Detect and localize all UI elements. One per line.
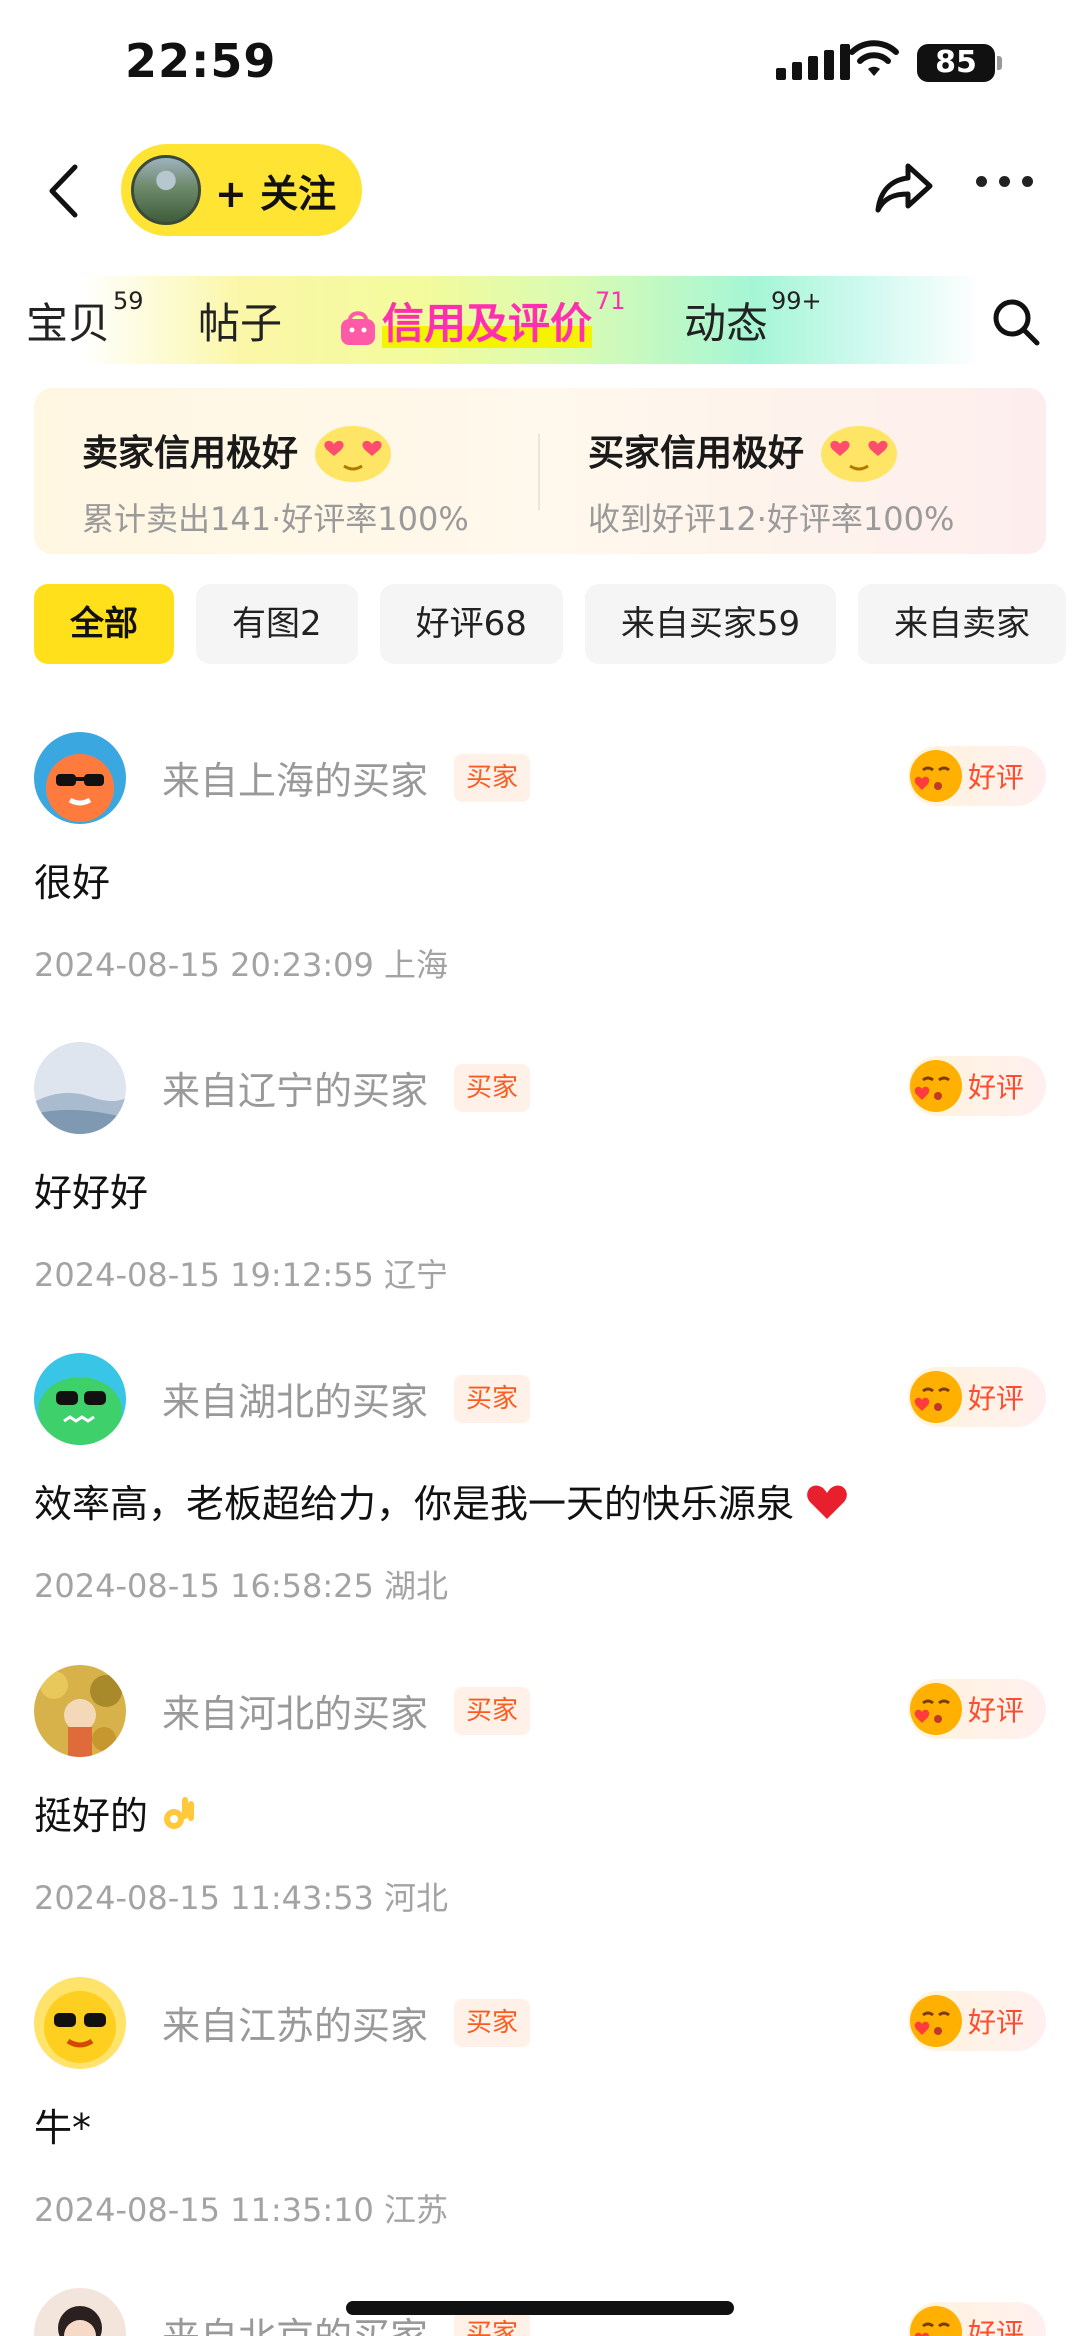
avatar[interactable] — [34, 732, 126, 824]
filter-all[interactable]: 全部 — [34, 584, 174, 664]
avatar[interactable] — [34, 1353, 126, 1445]
back-arrow-icon — [49, 164, 78, 218]
rating-badge: 好评 — [908, 2302, 1046, 2336]
filter-from-sellers[interactable]: 来自卖家 — [858, 584, 1067, 664]
kiss-face-icon — [910, 1995, 962, 2047]
filter-with-images[interactable]: 有图2 — [196, 584, 358, 664]
kiss-face-icon — [910, 1060, 962, 1112]
bag-icon — [341, 310, 375, 345]
review-content-text: 挺好的 — [34, 1794, 149, 1838]
tab-activity[interactable]: 动态 99+ — [684, 287, 822, 351]
avatar[interactable] — [34, 1665, 126, 1757]
back-button[interactable] — [38, 158, 88, 224]
heart-icon — [807, 1485, 847, 1519]
reviewer-name: 来自江苏的买家 — [162, 2004, 429, 2048]
reviewer-name: 来自河北的买家 — [162, 1692, 429, 1736]
tab-items-count: 59 — [113, 287, 144, 315]
kiss-face-icon — [910, 2306, 962, 2336]
tab-activity-label: 动态 — [684, 299, 769, 348]
heart-eyes-icon — [821, 426, 898, 482]
tab-bar: 宝贝 59 帖子 信用及评价 71 动态 99+ — [0, 276, 1080, 364]
ok-hand-icon — [164, 1797, 195, 1829]
avatar[interactable] — [34, 1977, 126, 2069]
review-time: 2024-08-15 11:35:10 江苏 — [34, 2191, 449, 2229]
rating-badge: 好评 — [908, 1679, 1046, 1739]
search-icon[interactable] — [990, 296, 1042, 348]
tab-items-label: 宝贝 — [26, 299, 111, 348]
review-content: 效率高，老板超给力，你是我一天的快乐源泉 — [34, 1473, 848, 1528]
seller-credit-title: 卖家信用极好 — [82, 433, 299, 474]
rating-label: 好评 — [968, 2006, 1025, 2039]
review-content: 很好 — [34, 861, 111, 905]
status-bar: 22:59 85 — [0, 0, 1080, 130]
kiss-face-icon — [910, 1371, 962, 1423]
rating-label: 好评 — [968, 761, 1025, 794]
seller-credit: 卖家信用极好 累计卖出141·好评率100% — [82, 418, 469, 540]
kiss-face-icon — [910, 1683, 962, 1735]
review-time: 2024-08-15 11:43:53 河北 — [34, 1879, 449, 1917]
avatar[interactable] — [34, 2288, 126, 2336]
review-content: 牛* — [34, 2106, 92, 2150]
home-indicator[interactable] — [346, 2301, 734, 2315]
more-icon[interactable] — [976, 176, 1033, 187]
review-content: 好好好 — [34, 1171, 149, 1215]
status-time: 22:59 — [125, 34, 277, 88]
tab-posts-label: 帖子 — [198, 299, 283, 348]
tab-credit-reviews-count: 71 — [595, 287, 626, 315]
credit-divider — [538, 434, 540, 510]
buyer-badge: 买家 — [454, 1687, 531, 1735]
rating-label: 好评 — [968, 2317, 1025, 2336]
battery-indicator: 85 — [917, 44, 995, 82]
buyer-badge: 买家 — [454, 754, 531, 802]
rating-badge: 好评 — [908, 1056, 1046, 1116]
rating-label: 好评 — [968, 1071, 1025, 1104]
buyer-badge: 买家 — [454, 1375, 531, 1423]
battery-nub — [997, 56, 1002, 70]
filter-positive[interactable]: 好评68 — [379, 584, 563, 664]
follow-button[interactable]: + 关注 — [121, 144, 362, 236]
tab-items[interactable]: 宝贝 59 — [26, 287, 144, 351]
cellular-signal-icon — [776, 44, 850, 80]
review-content-text: 效率高，老板超给力，你是我一天的快乐源泉 — [34, 1482, 795, 1526]
review-time: 2024-08-15 20:23:09 上海 — [34, 946, 449, 984]
tab-credit-reviews-label: 信用及评价 — [382, 299, 593, 348]
rating-label: 好评 — [968, 1694, 1025, 1727]
seller-credit-sub: 累计卖出141·好评率100% — [82, 500, 469, 538]
avatar[interactable] — [34, 1042, 126, 1134]
buyer-credit-sub: 收到好评12·好评率100% — [588, 500, 955, 538]
filter-from-buyers[interactable]: 来自买家59 — [584, 584, 837, 664]
rating-badge: 好评 — [908, 1367, 1046, 1427]
buyer-credit-title: 买家信用极好 — [588, 433, 805, 474]
rating-label: 好评 — [968, 1382, 1025, 1415]
credit-summary-card: 卖家信用极好 累计卖出141·好评率100% 买家信用极好 收到好评12·好评率… — [34, 388, 1046, 554]
buyer-badge: 买家 — [454, 1999, 531, 2047]
tab-activity-count: 99+ — [771, 287, 822, 315]
reviewer-name: 来自上海的买家 — [162, 759, 429, 803]
buyer-badge: 买家 — [454, 1064, 531, 1112]
shop-avatar — [131, 155, 201, 225]
follow-label: + 关注 — [215, 171, 337, 216]
kiss-face-icon — [910, 750, 962, 802]
rating-badge: 好评 — [908, 746, 1046, 806]
rating-badge: 好评 — [908, 1991, 1046, 2051]
reviewer-name: 来自辽宁的买家 — [162, 1069, 429, 1113]
review-time: 2024-08-15 16:58:25 湖北 — [34, 1567, 449, 1605]
buyer-credit: 买家信用极好 收到好评12·好评率100% — [588, 418, 954, 540]
tab-credit-reviews[interactable]: 信用及评价 71 — [338, 287, 626, 351]
share-icon[interactable] — [874, 160, 934, 216]
heart-eyes-icon — [315, 426, 392, 482]
wifi-icon — [849, 40, 899, 76]
tab-posts[interactable]: 帖子 — [198, 290, 282, 351]
filter-chips: 全部 有图2 好评68 来自买家59 来自卖家 — [34, 584, 1067, 664]
reviewer-name: 来自湖北的买家 — [162, 1380, 429, 1424]
review-time: 2024-08-15 19:12:55 辽宁 — [34, 1256, 449, 1294]
review-content: 挺好的 — [34, 1785, 196, 1840]
